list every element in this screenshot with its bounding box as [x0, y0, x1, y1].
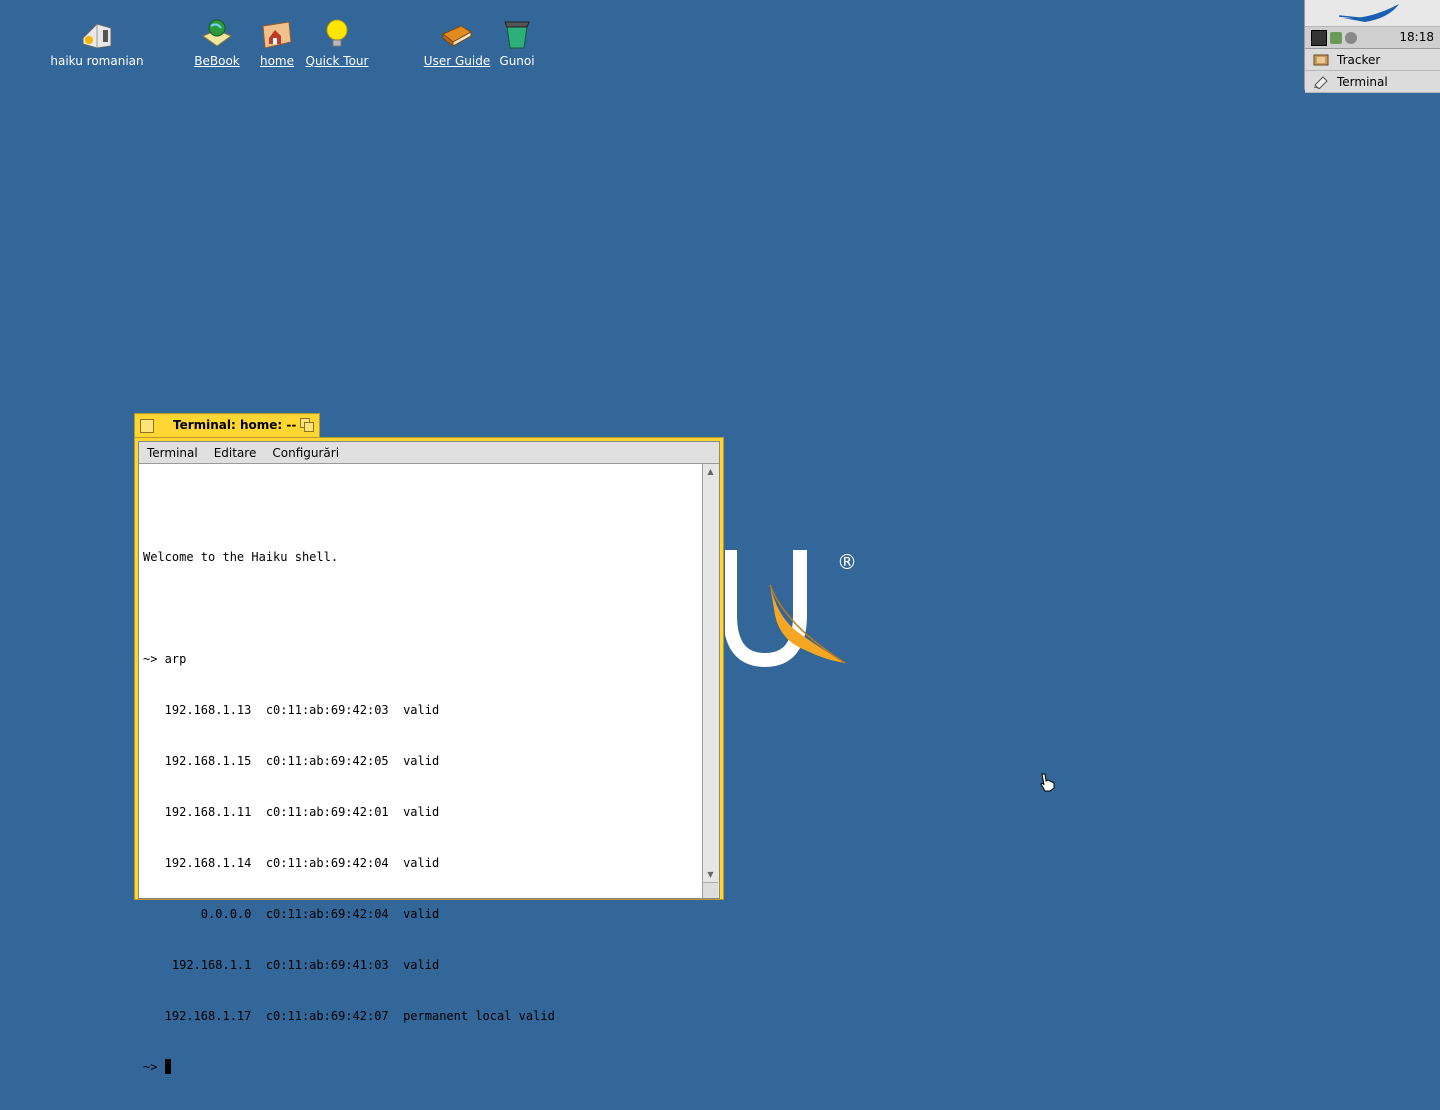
terminal-line: ~> arp — [143, 652, 187, 666]
clock[interactable]: 18:18 — [1399, 30, 1434, 44]
terminal-icon — [1313, 75, 1328, 89]
terminal-prompt-line[interactable]: ~> — [143, 1059, 703, 1076]
deskbar-app-label: Terminal — [1337, 74, 1388, 89]
deskbar-app-tracker[interactable]: Tracker — [1305, 49, 1440, 71]
haiku-logo: ® — [723, 545, 865, 689]
terminal-output[interactable]: Welcome to the Haiku shell. ~> arp 192.1… — [139, 464, 703, 1074]
lightbulb-icon — [326, 19, 348, 47]
scroll-down-icon[interactable]: ▼ — [705, 869, 716, 880]
prompt: ~> — [143, 1060, 165, 1074]
desktop-icon-haiku-romanian[interactable]: haiku romanian — [47, 18, 147, 69]
window-content: Terminal Editare Configurări Welcome to … — [138, 441, 720, 1074]
zoom-button[interactable] — [300, 418, 314, 432]
desktop-icon-gunoi[interactable]: Gunoi — [467, 18, 567, 69]
trash-icon — [504, 21, 530, 49]
terminal-line: 192.168.1.15 c0:11:ab:69:42:05 valid — [143, 754, 440, 768]
scroll-up-icon[interactable]: ▲ — [705, 466, 716, 477]
desktop-icon-label: Quick Tour — [305, 54, 369, 68]
terminal-line: 192.168.1.17 c0:11:ab:69:42:07 permanent… — [143, 1009, 555, 1023]
window-title: Terminal: home: -- — [173, 418, 297, 432]
text-cursor — [164, 1059, 171, 1074]
terminal-line: 192.168.1.14 c0:11:ab:69:42:04 valid — [143, 856, 440, 870]
haiku-leaf-icon — [1339, 4, 1399, 22]
menu-bar: Terminal Editare Configurări — [139, 442, 719, 464]
deskbar-tray: 18:18 — [1305, 27, 1440, 49]
registered-mark: ® — [837, 550, 857, 574]
terminal-line: 192.168.1.13 c0:11:ab:69:42:03 valid — [143, 703, 440, 717]
network-icon[interactable] — [1330, 31, 1342, 44]
terminal-line: 192.168.1.11 c0:11:ab:69:42:01 valid — [143, 805, 440, 819]
terminal-window: Terminal Editare Configurări Welcome to … — [134, 437, 724, 1074]
deskbar-app-label: Tracker — [1337, 52, 1381, 67]
desktop-icon-quick-tour[interactable]: Quick Tour — [287, 18, 387, 69]
window-tab[interactable]: Terminal: home: -- — [134, 413, 320, 437]
deskbar: 18:18 Tracker Terminal — [1304, 0, 1440, 93]
workspaces-icon[interactable] — [1311, 29, 1327, 46]
menu-terminal[interactable]: Terminal — [139, 446, 206, 460]
menu-configurari[interactable]: Configurări — [264, 446, 347, 460]
desktop-icon-label: haiku romanian — [50, 54, 144, 68]
vertical-scrollbar[interactable]: ▲ ▼ — [702, 464, 719, 898]
close-button[interactable] — [140, 419, 154, 433]
deskbar-app-terminal[interactable]: Terminal — [1305, 71, 1440, 93]
terminal-line: 192.168.1.1 c0:11:ab:69:41:03 valid — [143, 958, 440, 972]
volume-icon — [82, 23, 112, 49]
resize-grip-icon[interactable] — [703, 882, 718, 898]
deskbar-menu-button[interactable] — [1305, 0, 1440, 27]
terminal-line: 0.0.0.0 c0:11:ab:69:42:04 valid — [143, 907, 440, 921]
tracker-icon — [1313, 54, 1329, 65]
menu-editare[interactable]: Editare — [206, 446, 265, 460]
volume-control-icon[interactable] — [1345, 31, 1357, 44]
desktop-icon-label: Gunoi — [499, 54, 535, 68]
hand-cursor-icon — [1040, 773, 1055, 792]
terminal-line: Welcome to the Haiku shell. — [143, 550, 339, 564]
